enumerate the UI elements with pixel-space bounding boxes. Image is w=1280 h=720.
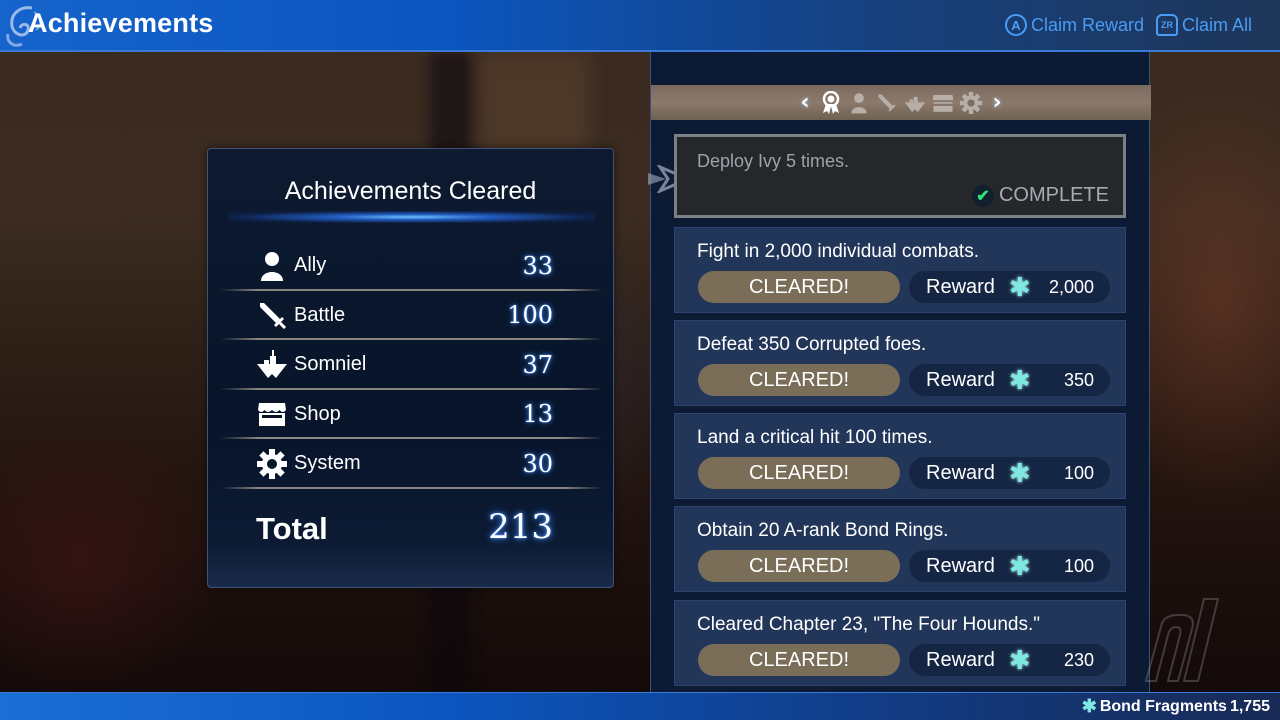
achievements-summary-panel: Achievements Cleared Ally 33 Battle 100 … <box>207 148 614 588</box>
bond-fragment-icon: ✱ <box>1008 365 1031 395</box>
prev-category-arrow[interactable]: ‹ <box>796 90 814 115</box>
page-title: Achievements <box>28 8 214 38</box>
summary-value: 33 <box>522 251 553 280</box>
achievement-description: Defeat 350 Corrupted foes. <box>697 334 927 355</box>
bond-fragment-icon: ✱ <box>1081 696 1097 716</box>
tab-medal[interactable] <box>820 90 842 115</box>
header-bar: Achievements A Claim Reward ZR Claim All <box>0 0 1280 52</box>
cleared-badge[interactable]: CLEARED! <box>698 271 900 303</box>
summary-row-ally: Ally 33 <box>220 241 603 291</box>
reward-pill: Reward ✱ 100 <box>909 457 1110 489</box>
summary-label: Somniel <box>294 353 367 376</box>
floating-island-icon <box>256 349 288 381</box>
summary-value: 100 <box>507 301 553 330</box>
bond-fragment-icon: ✱ <box>1008 551 1031 581</box>
shop-icon <box>256 398 288 430</box>
cleared-badge[interactable]: CLEARED! <box>698 457 900 489</box>
tab-battle[interactable] <box>876 91 898 115</box>
achievement-card[interactable]: Cleared Chapter 23, "The Four Hounds." C… <box>674 600 1126 686</box>
tab-somniel[interactable] <box>904 91 926 115</box>
summary-row-somniel: Somniel 37 <box>220 340 603 390</box>
cleared-badge[interactable]: CLEARED! <box>698 550 900 582</box>
cleared-badge[interactable]: CLEARED! <box>698 644 900 676</box>
claim-reward-label: Claim Reward <box>1030 14 1144 35</box>
summary-label: System <box>294 452 361 475</box>
reward-value: 2,000 <box>1048 276 1094 297</box>
summary-row-battle: Battle 100 <box>220 291 603 341</box>
summary-label: Ally <box>294 254 327 277</box>
achievement-card[interactable]: Land a critical hit 100 times. CLEARED! … <box>674 413 1126 499</box>
summary-label: Battle <box>294 303 346 326</box>
summary-title: Achievements Cleared <box>284 177 537 205</box>
reward-pill: Reward ✱ 2,000 <box>909 271 1110 303</box>
complete-status: ✔ COMPLETE <box>971 184 1109 207</box>
achievement-description: Cleared Chapter 23, "The Four Hounds." <box>697 614 1041 635</box>
footer-bar: ✱ Bond Fragments 1,755 <box>0 692 1280 720</box>
reward-label: Reward <box>926 368 995 391</box>
achievement-description: Deploy Ivy 5 times. <box>697 151 850 171</box>
achievement-description: Fight in 2,000 individual combats. <box>697 241 979 262</box>
achievement-card[interactable]: Obtain 20 A-rank Bond Rings. CLEARED! Re… <box>674 506 1126 592</box>
summary-label: Shop <box>294 402 341 425</box>
title-glow-divider <box>228 211 595 223</box>
floating-island-icon <box>904 96 926 112</box>
achievement-card[interactable]: Defeat 350 Corrupted foes. CLEARED! Rewa… <box>674 320 1126 406</box>
claim-reward-button[interactable]: A Claim Reward <box>1004 14 1144 36</box>
currency-value: 1,755 <box>1229 697 1270 715</box>
watermark-logo-icon <box>1144 598 1220 682</box>
tab-ally[interactable] <box>848 91 870 115</box>
cleared-badge[interactable]: CLEARED! <box>698 364 900 396</box>
reward-label: Reward <box>926 554 995 577</box>
claim-all-label: Claim All <box>1181 14 1252 35</box>
reward-label: Reward <box>926 648 995 671</box>
summary-row-shop: Shop 13 <box>220 390 603 440</box>
zr-button-icon: ZR <box>1155 14 1178 36</box>
shop-icon <box>932 94 954 112</box>
reward-value: 100 <box>1063 555 1094 576</box>
background-blur <box>480 52 590 152</box>
tab-shop[interactable] <box>932 91 954 115</box>
category-tab-bar: ‹ › <box>651 85 1151 120</box>
summary-value: 37 <box>522 350 553 379</box>
total-label: Total <box>256 511 328 546</box>
achievement-description: Land a critical hit 100 times. <box>697 427 933 448</box>
bond-fragment-icon: ✱ <box>1008 645 1031 675</box>
gear-icon <box>256 448 288 480</box>
complete-label: COMPLETE <box>998 184 1109 206</box>
tab-system[interactable] <box>960 91 982 115</box>
medal-icon <box>822 90 840 114</box>
reward-label: Reward <box>926 275 995 298</box>
summary-value: 13 <box>522 400 553 429</box>
bond-fragment-icon: ✱ <box>1008 272 1031 302</box>
achievement-description: Obtain 20 A-rank Bond Rings. <box>697 520 949 541</box>
bond-fragment-icon: ✱ <box>1008 458 1031 488</box>
sword-icon <box>256 299 288 331</box>
claim-all-button[interactable]: ZR Claim All <box>1155 14 1252 36</box>
sword-icon <box>878 93 896 112</box>
summary-value: 30 <box>522 449 553 478</box>
next-category-arrow[interactable]: › <box>988 90 1006 115</box>
a-button-icon: A <box>1004 14 1027 36</box>
achievement-card[interactable]: Fight in 2,000 individual combats. CLEAR… <box>674 227 1126 313</box>
summary-row-system: System 30 <box>220 439 603 489</box>
reward-pill: Reward ✱ 230 <box>909 644 1110 676</box>
total-value: 213 <box>488 507 553 547</box>
reward-value: 350 <box>1063 369 1094 390</box>
reward-pill: Reward ✱ 350 <box>909 364 1110 396</box>
gear-icon <box>960 91 982 114</box>
reward-pill: Reward ✱ 100 <box>909 550 1110 582</box>
person-icon <box>256 250 288 282</box>
currency-label: Bond Fragments <box>1099 697 1227 715</box>
bond-fragments-counter: ✱ Bond Fragments 1,755 <box>1082 696 1270 717</box>
person-icon <box>851 92 867 113</box>
checkmark-icon: ✔ <box>971 184 994 207</box>
achievement-card-selected[interactable]: Deploy Ivy 5 times. ✔ COMPLETE <box>674 134 1126 218</box>
reward-value: 100 <box>1063 462 1094 483</box>
reward-value: 230 <box>1063 649 1094 670</box>
reward-label: Reward <box>926 461 995 484</box>
